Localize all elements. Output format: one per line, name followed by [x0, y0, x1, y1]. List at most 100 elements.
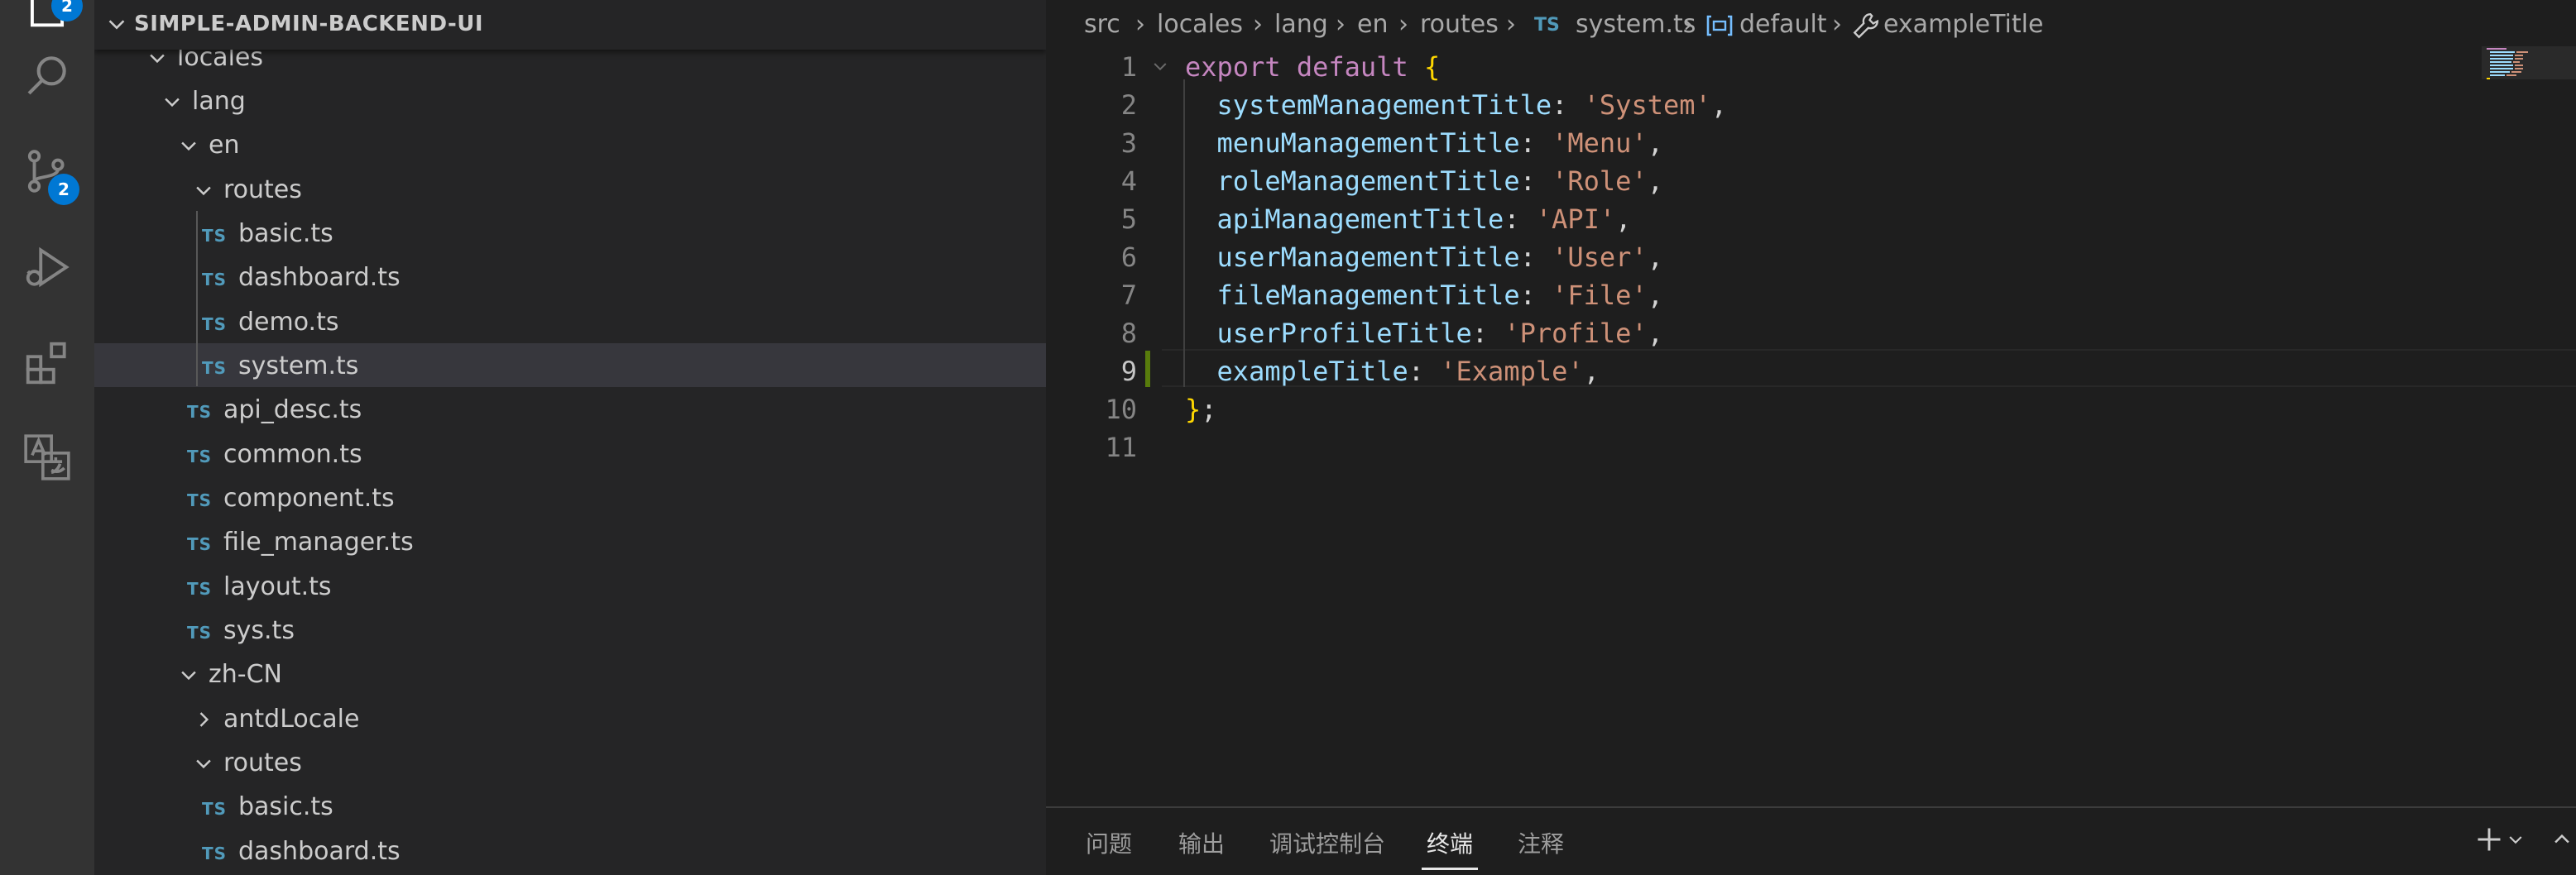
tree-file[interactable]: TS component.ts: [94, 476, 1046, 519]
breadcrumb-lang[interactable]: lang: [1274, 10, 1328, 39]
code-text: menuManagementTitle: 'Menu',: [1185, 127, 1663, 159]
code-token: 'Profile': [1504, 318, 1648, 349]
tab-debug-console[interactable]: 调试控制台: [1269, 826, 1385, 859]
tree-file[interactable]: TS dashboard.ts: [94, 255, 1046, 299]
typescript-file-icon: TS: [202, 844, 228, 863]
source-control-icon[interactable]: 2: [18, 142, 79, 205]
code-line[interactable]: 10};: [1046, 390, 2576, 428]
typescript-file-icon: TS: [187, 402, 213, 422]
line-number: 11: [1105, 432, 1137, 463]
tree-folder[interactable]: zh-CN: [94, 652, 1046, 696]
code-token: 'API': [1535, 203, 1616, 235]
code-line[interactable]: 9 exampleTitle: 'Example',: [1046, 352, 2576, 390]
chevron-up-icon[interactable]: [2550, 828, 2574, 854]
code-line[interactable]: 4 roleManagementTitle: 'Role',: [1046, 162, 2576, 200]
tree-file[interactable]: TS sys.ts: [94, 608, 1046, 652]
tree-file[interactable]: TS basic.ts: [94, 784, 1046, 828]
code-token: ,: [1647, 127, 1663, 159]
search-icon[interactable]: [18, 46, 76, 104]
chevron-down-icon[interactable]: [2506, 830, 2526, 853]
tree-folder[interactable]: routes: [94, 740, 1046, 784]
tree-file[interactable]: TS api_desc.ts: [94, 387, 1046, 431]
code-line[interactable]: 8 userProfileTitle: 'Profile',: [1046, 314, 2576, 352]
chevron-down-icon[interactable]: [146, 46, 169, 73]
tree-item-label: system.ts: [238, 351, 359, 380]
extensions-icon[interactable]: [18, 334, 76, 392]
tab-terminal[interactable]: 终端: [1427, 826, 1473, 859]
code-token: userProfileTitle: [1185, 318, 1472, 349]
breadcrumb-default[interactable]: default: [1739, 10, 1827, 39]
breadcrumb-routes[interactable]: routes: [1420, 10, 1499, 39]
code-text: apiManagementTitle: 'API',: [1185, 203, 1632, 235]
chevron-right-icon: ›: [1506, 10, 1516, 39]
breadcrumb-en[interactable]: en: [1357, 10, 1388, 39]
chevron-down-icon[interactable]: [161, 90, 184, 117]
tree-file[interactable]: TS dashboard.ts: [94, 829, 1046, 873]
code-token: :: [1519, 165, 1552, 197]
explorer-header[interactable]: SIMPLE-ADMIN-BACKEND-UI: [94, 0, 1046, 50]
code-token: menuManagementTitle: [1185, 127, 1520, 159]
tree-file[interactable]: TS common.ts: [94, 432, 1046, 476]
code-token: export default: [1185, 51, 1424, 83]
tree-item-label: lang: [192, 87, 246, 116]
breadcrumb-src[interactable]: src: [1084, 10, 1120, 39]
tree-file[interactable]: TS file_manager.ts: [94, 519, 1046, 563]
code-token: 'Role': [1552, 165, 1648, 197]
add-terminal-icon[interactable]: [2474, 825, 2504, 858]
tree-item-label: dashboard.ts: [238, 837, 401, 866]
code-line[interactable]: 11: [1046, 428, 2576, 466]
translate-icon[interactable]: [18, 428, 76, 486]
code-line[interactable]: 3 menuManagementTitle: 'Menu',: [1046, 124, 2576, 162]
explorer-sidebar: SIMPLE-ADMIN-BACKEND-UI locales lang en rou…: [94, 0, 1046, 875]
symbol-variable-icon: [1705, 13, 1734, 45]
code-token: ,: [1615, 203, 1632, 235]
tree-file[interactable]: TS basic.ts: [94, 211, 1046, 255]
code-text: exampleTitle: 'Example',: [1185, 356, 1600, 387]
typescript-file-icon: TS: [202, 270, 228, 289]
code-token: apiManagementTitle: [1185, 203, 1504, 235]
files-icon[interactable]: 2: [18, 0, 83, 35]
tree-folder[interactable]: lang: [94, 79, 1046, 122]
typescript-file-icon: TS: [187, 623, 213, 643]
chevron-down-icon[interactable]: [104, 12, 129, 40]
chevron-right-icon[interactable]: [192, 708, 215, 734]
code-token: ,: [1647, 165, 1663, 197]
line-number: 4: [1120, 165, 1137, 197]
code-line[interactable]: 1 export default {: [1046, 48, 2576, 86]
code-line[interactable]: 7 fileManagementTitle: 'File',: [1046, 276, 2576, 314]
run-debug-icon[interactable]: [18, 238, 76, 296]
minimap[interactable]: [2482, 46, 2576, 79]
chevron-down-icon[interactable]: [192, 179, 215, 205]
code-token: 'File': [1552, 280, 1648, 311]
tree-item-label: antdLocale: [223, 705, 360, 734]
chevron-down-icon[interactable]: [177, 663, 200, 690]
code-token: fileManagementTitle: [1185, 280, 1520, 311]
code-token: 'Menu': [1552, 127, 1648, 159]
breadcrumb-file[interactable]: system.ts: [1576, 10, 1696, 39]
code-token: ;: [1201, 394, 1217, 425]
tree-file[interactable]: TS layout.ts: [94, 564, 1046, 608]
code-line[interactable]: 6 userManagementTitle: 'User',: [1046, 238, 2576, 276]
tree-item-label: en: [209, 131, 240, 160]
tree-folder[interactable]: antdLocale: [94, 696, 1046, 740]
breadcrumb-symbol[interactable]: exampleTitle: [1883, 10, 2043, 39]
tree-folder[interactable]: en: [94, 122, 1046, 166]
breadcrumb-locales[interactable]: locales: [1157, 10, 1243, 39]
tree-folder[interactable]: routes: [94, 167, 1046, 211]
code-line[interactable]: 5 apiManagementTitle: 'API',: [1046, 200, 2576, 238]
code-text: userProfileTitle: 'Profile',: [1185, 318, 1663, 349]
breadcrumb: src › locales › lang › en › routes › TS …: [1046, 0, 2576, 50]
typescript-file-icon: TS: [187, 579, 213, 599]
tab-output[interactable]: 输出: [1178, 826, 1225, 859]
tab-problems[interactable]: 问题: [1086, 826, 1132, 859]
tree-file[interactable]: TS demo.ts: [94, 299, 1046, 343]
code-line[interactable]: 2 systemManagementTitle: 'System',: [1046, 86, 2576, 124]
editor[interactable]: src › locales › lang › en › routes › TS …: [1046, 0, 2576, 806]
chevron-down-icon[interactable]: [177, 134, 200, 160]
line-number: 10: [1105, 394, 1137, 425]
line-number: 3: [1120, 127, 1137, 159]
tab-comments[interactable]: 注释: [1518, 826, 1564, 859]
code-token: systemManagementTitle: [1185, 89, 1552, 121]
tree-file[interactable]: TS system.ts: [94, 343, 1046, 387]
chevron-down-icon[interactable]: [192, 752, 215, 778]
